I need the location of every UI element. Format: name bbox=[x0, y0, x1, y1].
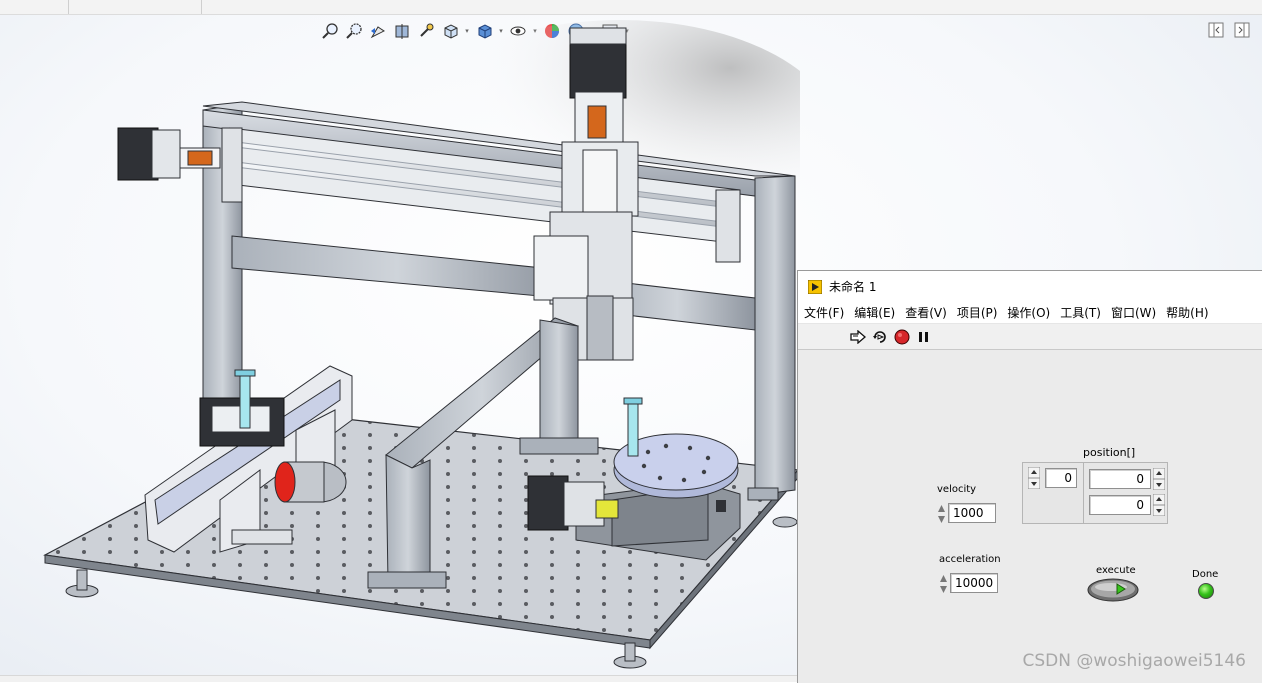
velocity-increment[interactable] bbox=[937, 502, 946, 524]
menu-edit[interactable]: 编辑(E) bbox=[854, 304, 895, 321]
array-index-control[interactable]: 0 bbox=[1027, 467, 1077, 489]
element-increment[interactable] bbox=[1153, 468, 1165, 490]
execute-label: execute bbox=[1096, 565, 1136, 576]
position-array: 0 0 0 bbox=[1022, 462, 1168, 524]
done-led-indicator bbox=[1198, 583, 1214, 599]
menu-view[interactable]: 查看(V) bbox=[905, 304, 947, 321]
tile-left-icon[interactable] bbox=[1208, 22, 1224, 38]
tile-right-icon[interactable] bbox=[1234, 22, 1250, 38]
array-element-value[interactable]: 0 bbox=[1089, 495, 1151, 515]
menu-bar: 文件(F) 编辑(E) 查看(V) 项目(P) 操作(O) 工具(T) 窗口(W… bbox=[798, 301, 1262, 324]
menu-operate[interactable]: 操作(O) bbox=[1007, 304, 1050, 321]
execute-button[interactable] bbox=[1087, 578, 1139, 606]
acceleration-increment[interactable] bbox=[939, 572, 948, 594]
menu-project[interactable]: 项目(P) bbox=[957, 304, 998, 321]
run-arrow-icon[interactable] bbox=[850, 329, 866, 345]
window-title: 未命名 1 bbox=[829, 279, 877, 294]
velocity-control[interactable]: 1000 bbox=[937, 502, 996, 524]
run-toolbar bbox=[798, 324, 1262, 350]
labview-front-panel-window: 未命名 1 文件(F) 编辑(E) 查看(V) 项目(P) 操作(O) 工具(T… bbox=[797, 270, 1262, 683]
velocity-value[interactable]: 1000 bbox=[948, 503, 996, 523]
velocity-label: velocity bbox=[937, 484, 977, 495]
array-element[interactable]: 0 bbox=[1089, 494, 1165, 516]
run-continuously-icon[interactable] bbox=[872, 329, 888, 345]
array-element-value[interactable]: 0 bbox=[1089, 469, 1151, 489]
labview-app-icon bbox=[807, 279, 823, 295]
menu-help[interactable]: 帮助(H) bbox=[1166, 304, 1208, 321]
menu-file[interactable]: 文件(F) bbox=[804, 304, 844, 321]
acceleration-label: acceleration bbox=[939, 554, 1001, 565]
cad-bottom-strip bbox=[0, 675, 800, 682]
abort-icon[interactable] bbox=[894, 329, 910, 345]
array-index-value[interactable]: 0 bbox=[1045, 468, 1077, 488]
window-tile-controls bbox=[1208, 22, 1250, 38]
array-element[interactable]: 0 bbox=[1089, 468, 1165, 490]
position-label: position[] bbox=[1083, 446, 1136, 459]
menu-tools[interactable]: 工具(T) bbox=[1060, 304, 1101, 321]
cnc-gantry-model[interactable] bbox=[0, 0, 800, 682]
menu-window[interactable]: 窗口(W) bbox=[1111, 304, 1156, 321]
acceleration-control[interactable]: 10000 bbox=[939, 572, 998, 594]
element-increment[interactable] bbox=[1153, 494, 1165, 516]
watermark: CSDN @woshigaowei5146 bbox=[1022, 651, 1247, 671]
done-label: Done bbox=[1192, 569, 1219, 580]
array-elements: 0 0 bbox=[1083, 463, 1168, 523]
front-panel: position[] 0 0 0 velocity 1000 accelerat… bbox=[798, 350, 1262, 683]
index-increment[interactable] bbox=[1027, 467, 1041, 489]
window-title-bar[interactable]: 未命名 1 bbox=[798, 271, 1262, 301]
acceleration-value[interactable]: 10000 bbox=[950, 573, 998, 593]
pause-icon[interactable] bbox=[916, 329, 932, 345]
